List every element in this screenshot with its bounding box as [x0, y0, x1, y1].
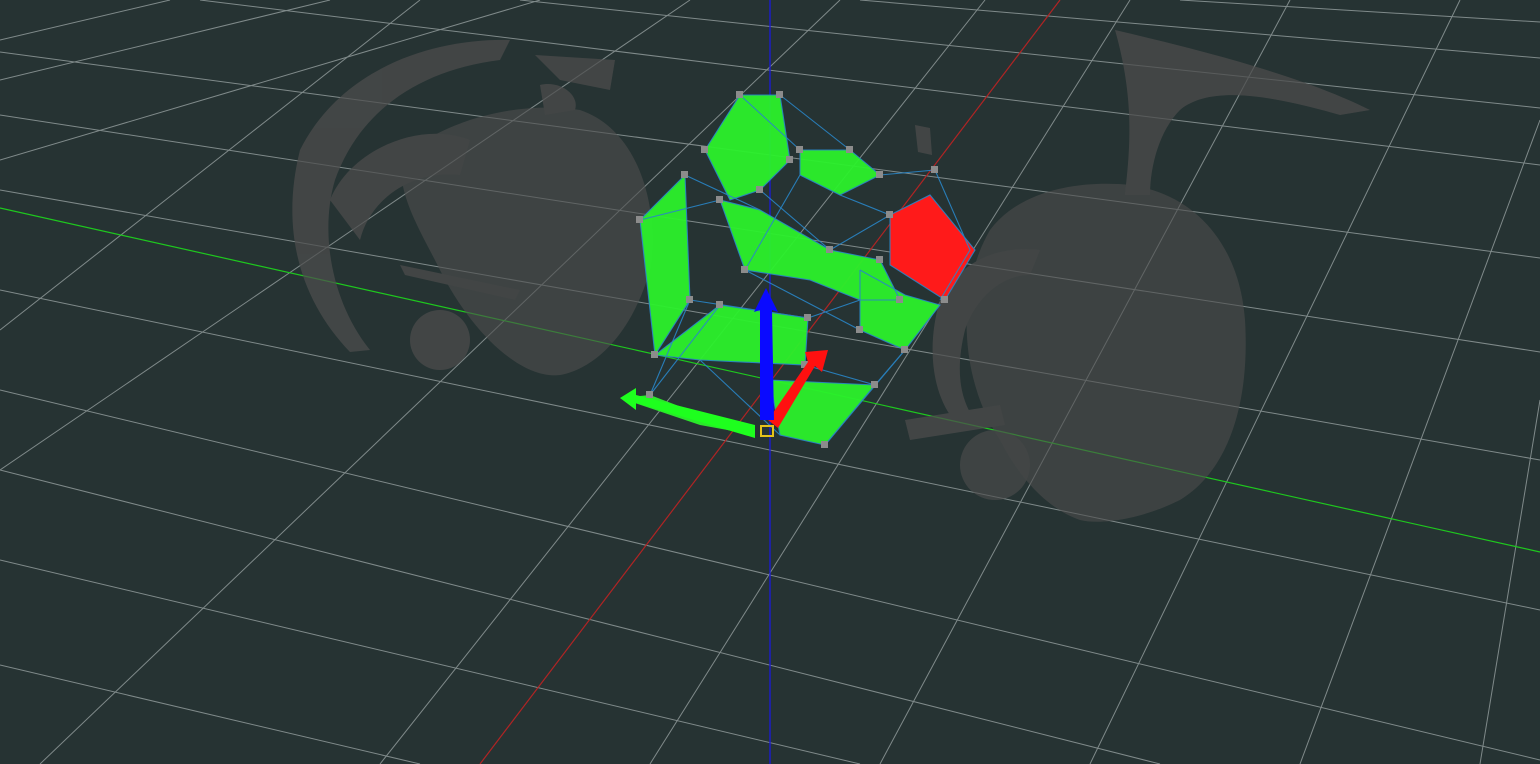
vertex-handle[interactable] [651, 351, 658, 358]
wire-edge [807, 299, 861, 319]
vertex-handle[interactable] [826, 246, 833, 253]
grid-line [0, 559, 861, 764]
grid-line [0, 0, 171, 41]
grid-line [0, 0, 331, 81]
ghost-mirror [540, 84, 576, 115]
vertex-handle[interactable] [886, 211, 893, 218]
grid-line [1299, 119, 1540, 764]
vertex-handle[interactable] [941, 296, 948, 303]
vertex-handle[interactable] [646, 391, 653, 398]
grid-line [39, 0, 841, 764]
ghost-mesh-front-body[interactable] [292, 39, 653, 376]
vertex-handle[interactable] [896, 296, 903, 303]
vertex-handle[interactable] [701, 146, 708, 153]
ghost-rear-wheel [960, 430, 1030, 500]
grid-line [0, 469, 1161, 764]
vertex-handle[interactable] [786, 156, 793, 163]
vertex-handle[interactable] [716, 301, 723, 308]
vertex-handle[interactable] [776, 91, 783, 98]
grid-line [0, 664, 421, 764]
vertex-handle[interactable] [636, 216, 643, 223]
ghost-wheel-hub [410, 310, 470, 370]
vertex-handle[interactable] [686, 296, 693, 303]
vertex-handle[interactable] [741, 266, 748, 273]
vertex-handle[interactable] [931, 166, 938, 173]
selected-face [800, 150, 880, 195]
selected-faces [620, 95, 940, 445]
vertex-handle[interactable] [736, 91, 743, 98]
vertex-handle[interactable] [756, 186, 763, 193]
ghost-rear-wing [1115, 30, 1370, 195]
wire-edge [829, 214, 891, 251]
3d-viewport[interactable] [0, 0, 1540, 764]
vertex-handle[interactable] [821, 441, 828, 448]
vertex-handle[interactable] [901, 346, 908, 353]
vertex-handle[interactable] [796, 146, 803, 153]
vertex-handle[interactable] [716, 196, 723, 203]
gizmo-y-arrow[interactable] [620, 388, 755, 438]
grid-line [519, 0, 1540, 109]
grid-line [1179, 0, 1540, 23]
ghost-mesh-rear-body[interactable] [905, 30, 1370, 522]
vertex-handle[interactable] [856, 326, 863, 333]
vertex-handle[interactable] [681, 171, 688, 178]
vertex-handle[interactable] [876, 171, 883, 178]
vertex-handle[interactable] [871, 381, 878, 388]
selected-face [705, 95, 790, 200]
vertex-handle[interactable] [846, 146, 853, 153]
viewport-canvas[interactable] [0, 0, 1540, 764]
wire-edge [839, 194, 891, 216]
vertex-handle[interactable] [804, 314, 811, 321]
ghost-bracket [915, 125, 932, 155]
vertex-handle[interactable] [876, 256, 883, 263]
